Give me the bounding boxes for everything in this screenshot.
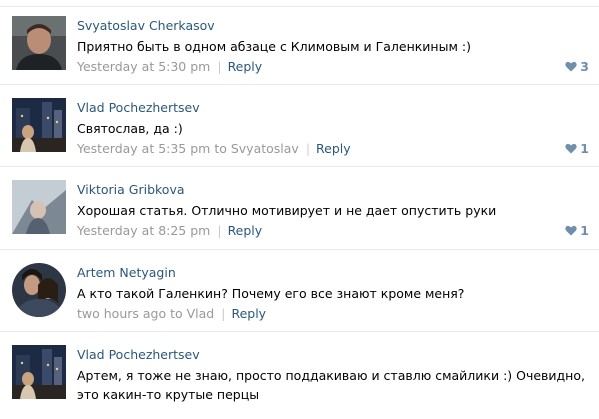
heart-icon (565, 61, 577, 72)
avatar[interactable] (12, 263, 66, 317)
comment-time[interactable]: Yesterday at 8:25 pm (77, 223, 210, 238)
avatar[interactable] (12, 98, 66, 152)
comment-meta: Yesterday at 8:25 pm | Reply (77, 223, 262, 238)
comment: Artem Netyagin А кто такой Галенкин? Поч… (0, 249, 599, 337)
reply-link[interactable]: Reply (316, 141, 351, 156)
comment-time[interactable]: Yesterday at 5:35 pm to Svyatoslav (77, 141, 299, 156)
like-count: 3 (580, 59, 589, 74)
comment-meta: Yesterday at 5:35 pm to Svyatoslav | Reply (77, 141, 351, 156)
reply-link[interactable]: Reply (231, 306, 266, 321)
like-count: 1 (580, 223, 589, 238)
comment: Vlad Pochezhertsev Святослав, да :) Yest… (0, 84, 599, 172)
heart-icon (565, 143, 577, 154)
avatar[interactable] (12, 16, 66, 70)
like-button[interactable]: 1 (565, 141, 589, 156)
separator: | (305, 141, 311, 156)
like-count: 1 (580, 141, 589, 156)
comment: Viktoria Gribkova Хорошая статья. Отличн… (0, 166, 599, 254)
comment-text: Артем, я тоже не знаю, просто поддакиваю… (77, 368, 585, 402)
separator: | (217, 59, 222, 74)
comment-author[interactable]: Artem Netyagin (77, 265, 176, 280)
comment-author[interactable]: Vlad Pochezhertsev (77, 100, 200, 115)
comment-text: Приятно быть в одном абзаце с Климовым и… (77, 39, 471, 54)
comment-author[interactable]: Viktoria Gribkova (77, 182, 185, 197)
comment-meta: two hours ago to Vlad | Reply (77, 306, 266, 321)
avatar[interactable] (12, 345, 66, 399)
comment-text: Хорошая статья. Отлично мотивирует и не … (77, 203, 497, 218)
comment: Vlad Pochezhertsev Артем, я тоже не знаю… (0, 331, 599, 419)
comment-author[interactable]: Vlad Pochezhertsev (77, 347, 200, 362)
comment-text: А кто такой Галенкин? Почему его все зна… (77, 286, 465, 301)
top-divider (0, 6, 599, 7)
avatar[interactable] (12, 180, 66, 234)
comment: Svyatoslav Cherkasov Приятно быть в одно… (0, 8, 599, 90)
separator: | (217, 223, 222, 238)
comment-author[interactable]: Svyatoslav Cherkasov (77, 18, 215, 33)
like-button[interactable]: 3 (565, 59, 589, 74)
separator: | (221, 306, 226, 321)
comment-meta: Yesterday at 5:30 pm | Reply (77, 59, 262, 74)
comment-time[interactable]: Yesterday at 5:30 pm (77, 59, 210, 74)
comment-time[interactable]: two hours ago to Vlad (77, 306, 214, 321)
comment-text: Святослав, да :) (77, 121, 183, 136)
reply-link[interactable]: Reply (228, 59, 263, 74)
like-button[interactable]: 1 (565, 223, 589, 238)
heart-icon (565, 225, 577, 236)
reply-link[interactable]: Reply (228, 223, 263, 238)
